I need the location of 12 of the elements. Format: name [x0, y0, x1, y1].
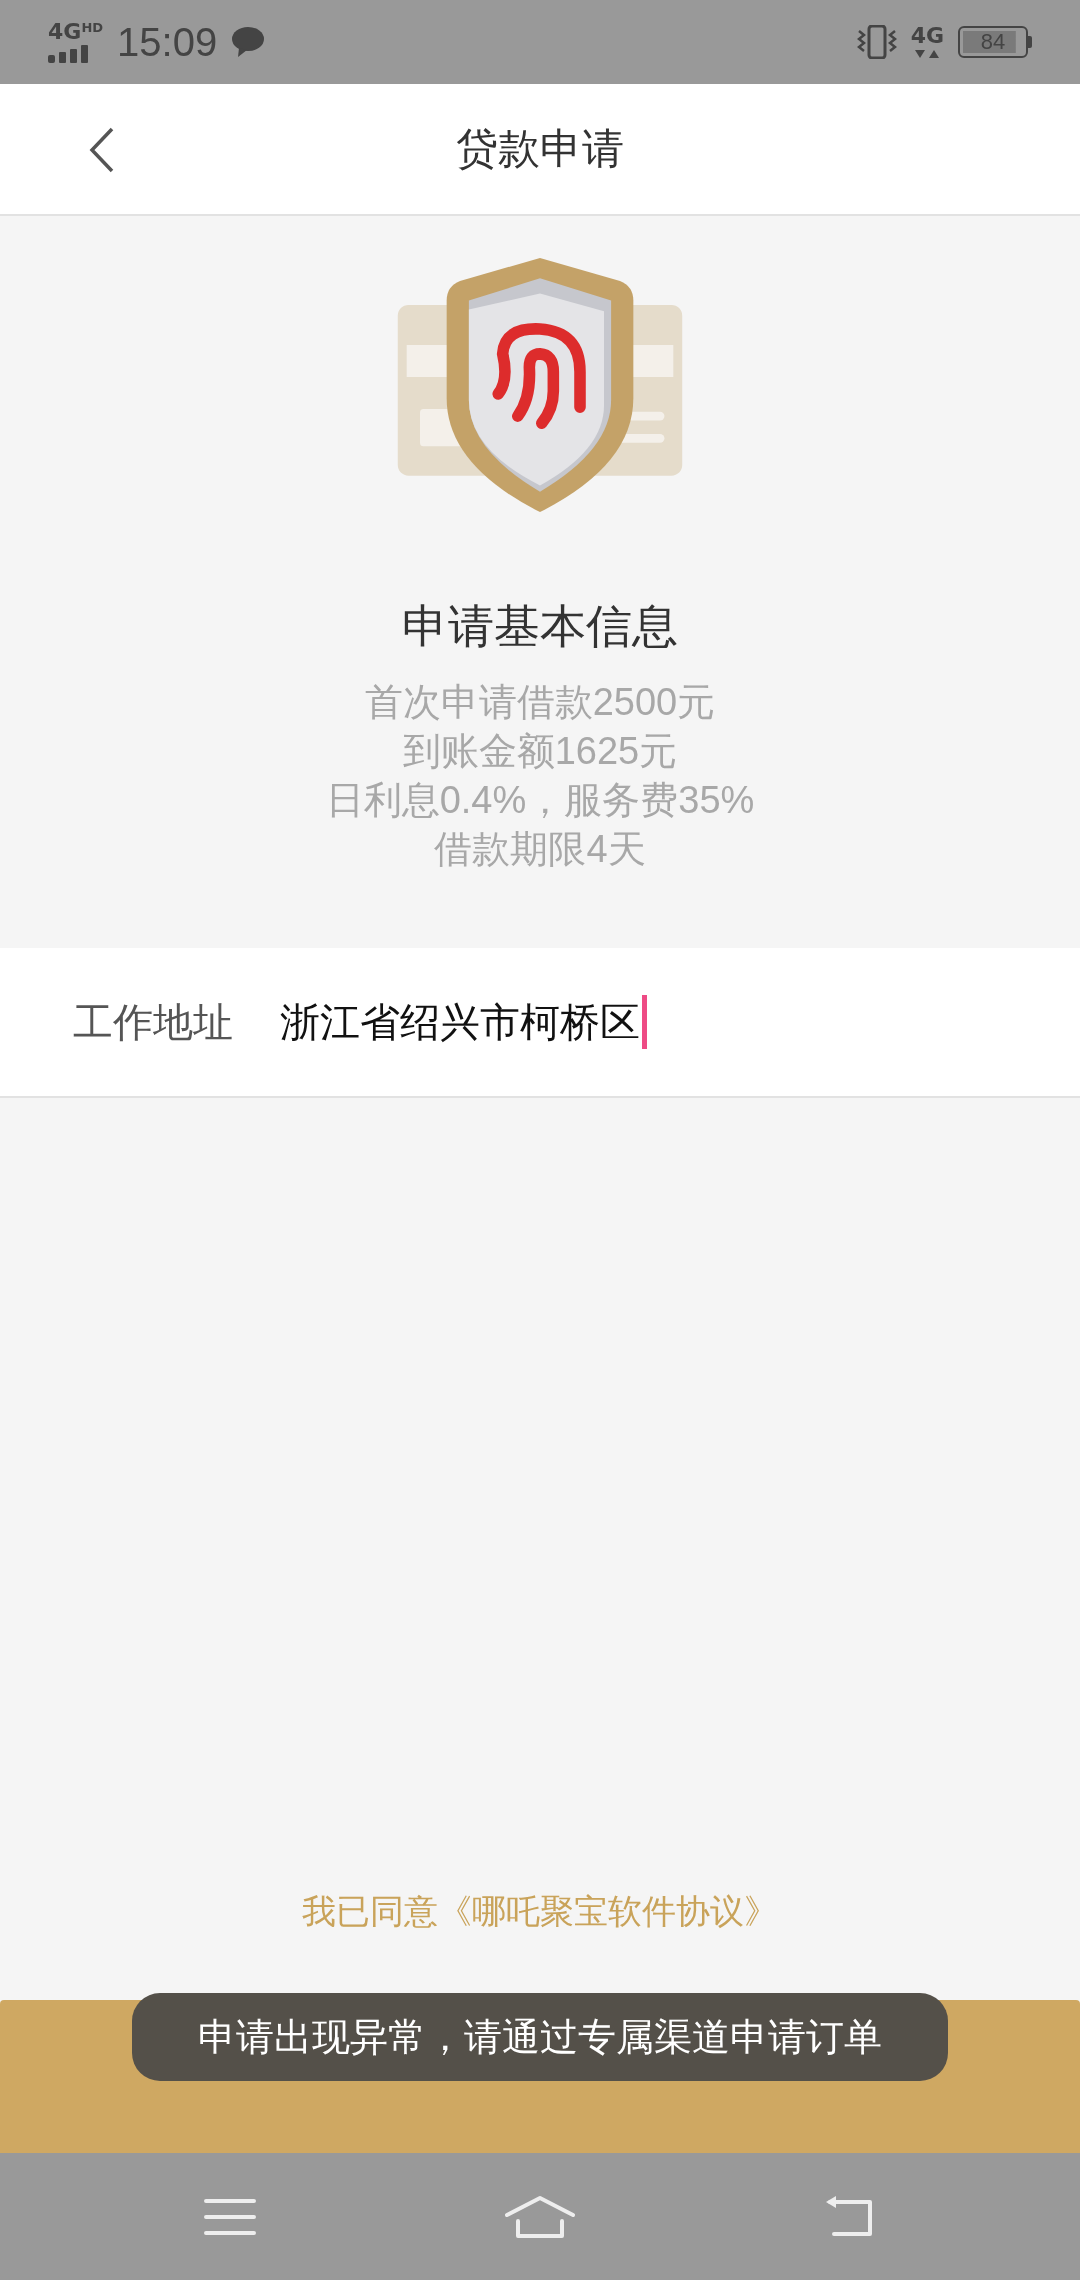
network-type: 4G [48, 21, 82, 43]
clock: 15:09 [117, 19, 218, 65]
loan-info-line: 到账金额1625元 [402, 729, 678, 774]
loan-info-line: 日利息0.4%，服务费35% [325, 778, 755, 823]
data-network: 4G [910, 25, 944, 47]
loan-info-line: 借款期限4天 [434, 827, 646, 872]
error-toast: 申请出现异常，请通过专属渠道申请订单 [132, 1993, 948, 2081]
loan-info-line: 首次申请借款2500元 [364, 680, 716, 725]
hd-label: HD [81, 21, 104, 35]
page-title: 贷款申请 [456, 123, 624, 175]
field-label: 工作地址 [73, 997, 234, 1047]
section-title: 申请基本信息 [402, 598, 678, 655]
